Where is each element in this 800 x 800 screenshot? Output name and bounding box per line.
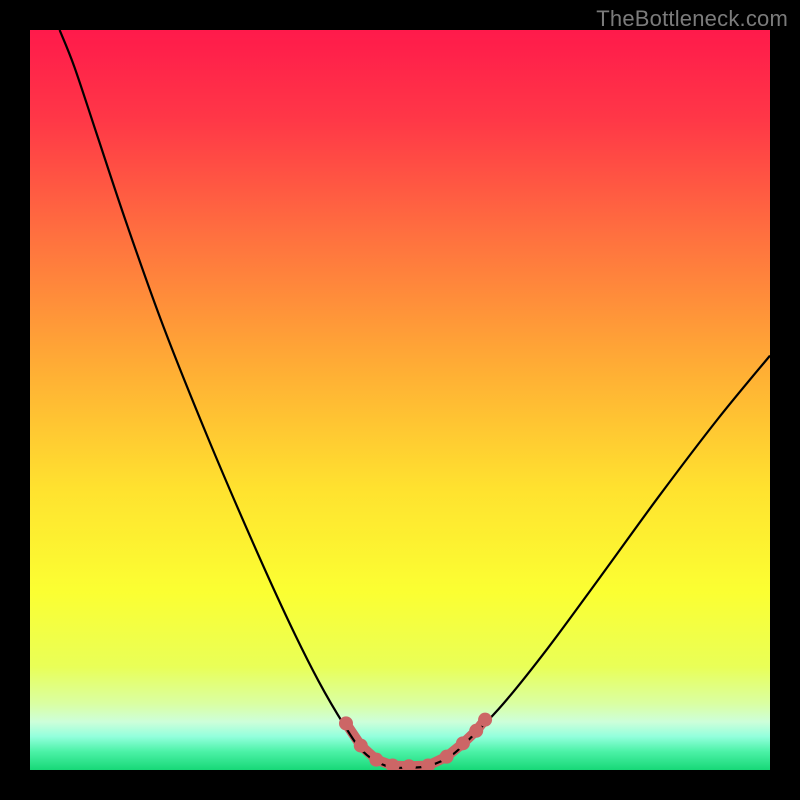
watermark-label: TheBottleneck.com [596, 6, 788, 32]
bottleneck-curve [60, 30, 770, 768]
flat-bottom-marker [402, 759, 416, 770]
curve-layer [30, 30, 770, 770]
flat-bottom-marker [456, 736, 470, 750]
flat-bottom-marker [440, 750, 454, 764]
flat-bottom-marker [369, 753, 383, 767]
flat-bottom-marker [469, 724, 483, 738]
chart-frame: TheBottleneck.com [0, 0, 800, 800]
flat-bottom-marker [478, 713, 492, 727]
flat-bottom-marker [339, 716, 353, 730]
plot-area [30, 30, 770, 770]
flat-bottom-marker [354, 739, 368, 753]
